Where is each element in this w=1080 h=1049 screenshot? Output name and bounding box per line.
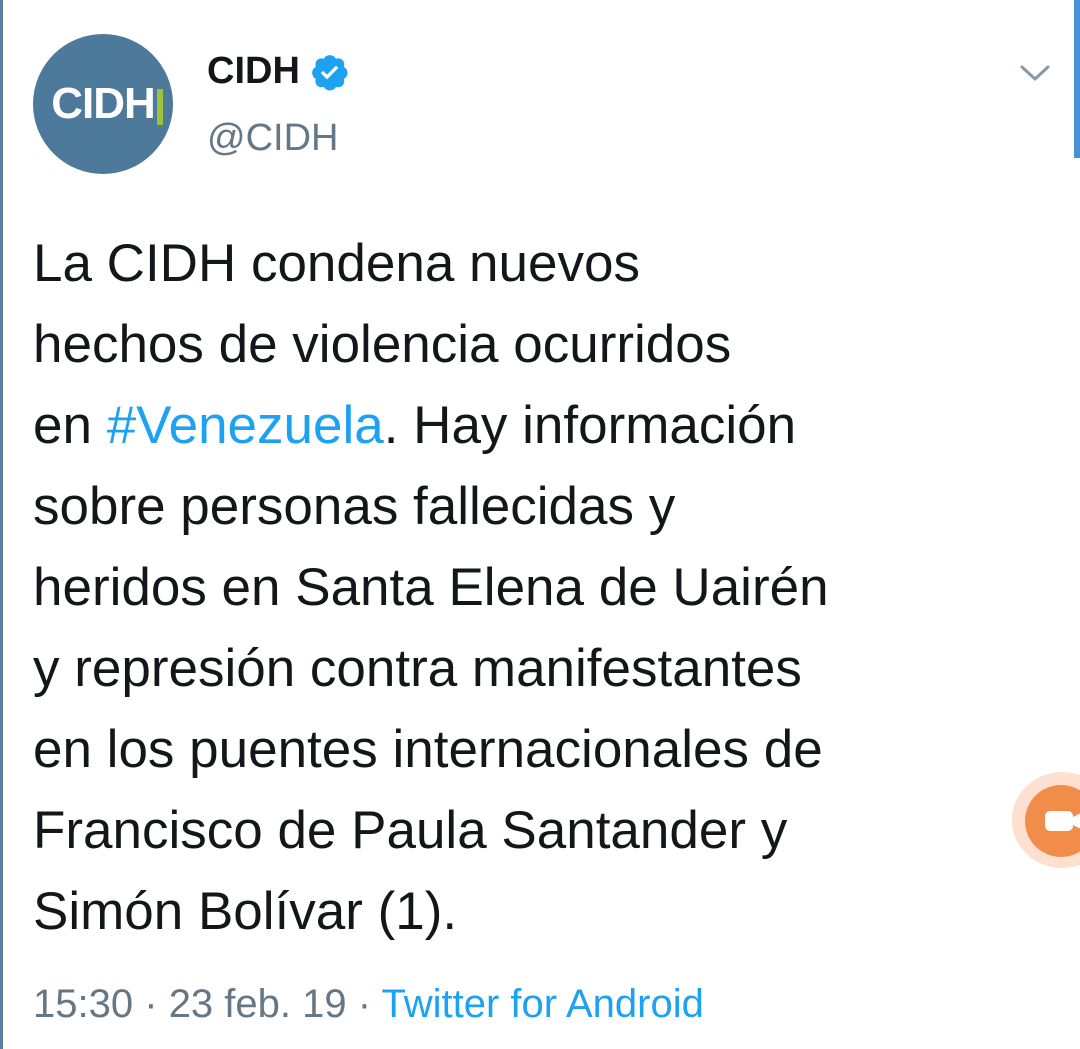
text-segment: . Hay información (383, 396, 797, 455)
left-edge-divider (0, 0, 3, 1049)
tweet-text-line: en los puentes internacionales de (33, 709, 1033, 790)
tweet-text-line: La CIDH condena nuevos (33, 223, 1033, 304)
tweet-text-line: y represión contra manifestantes (33, 628, 1033, 709)
display-name[interactable]: CIDH (207, 50, 300, 93)
tweet-meta: 15:30 · 23 feb. 19 · Twitter for Android (33, 982, 704, 1027)
tweet-text-line: Francisco de Paula Santander y (33, 790, 1033, 871)
tweet-text-line: heridos en Santa Elena de Uairén (33, 547, 1033, 628)
text-segment: hechos de violencia ocurridos (33, 315, 732, 374)
hashtag-link[interactable]: #Venezuela (107, 396, 384, 455)
avatar-logo: CIDH (51, 79, 163, 129)
avatar-logo-text: CIDH (51, 79, 156, 128)
text-segment: y represión contra manifestantes (33, 639, 802, 698)
text-segment: La CIDH condena nuevos (33, 234, 640, 293)
tweet-text-line: Simón Bolívar (1). (33, 871, 1033, 952)
floating-button-inner (1025, 785, 1080, 857)
text-segment: Simón Bolívar (1). (33, 882, 458, 941)
text-segment: heridos en Santa Elena de Uairén (33, 558, 829, 617)
text-segment: Francisco de Paula Santander y (33, 801, 788, 860)
avatar[interactable]: CIDH (33, 34, 173, 174)
tweet-text: La CIDH condena nuevos hechos de violenc… (33, 223, 1033, 952)
tweet-text-line: sobre personas fallecidas y (33, 466, 1033, 547)
text-segment: en los puentes internacionales de (33, 720, 823, 779)
camera-icon (1045, 811, 1080, 831)
meta-separator: · (144, 982, 158, 1026)
tweet-source-link[interactable]: Twitter for Android (381, 982, 703, 1026)
chevron-down-icon[interactable] (1018, 60, 1052, 86)
tweet-date: 23 feb. 19 (168, 982, 347, 1026)
scroll-indicator[interactable] (1074, 0, 1080, 158)
verified-badge-icon (312, 54, 348, 90)
tweet-text-line: en #Venezuela. Hay información (33, 385, 1033, 466)
text-segment: en (33, 396, 107, 455)
handle[interactable]: @CIDH (207, 117, 338, 160)
tweet-text-line: hechos de violencia ocurridos (33, 304, 1033, 385)
text-segment: sobre personas fallecidas y (33, 477, 676, 536)
meta-separator: · (357, 982, 372, 1026)
tweet-time: 15:30 (33, 982, 134, 1026)
display-name-row[interactable]: CIDH (207, 50, 350, 93)
